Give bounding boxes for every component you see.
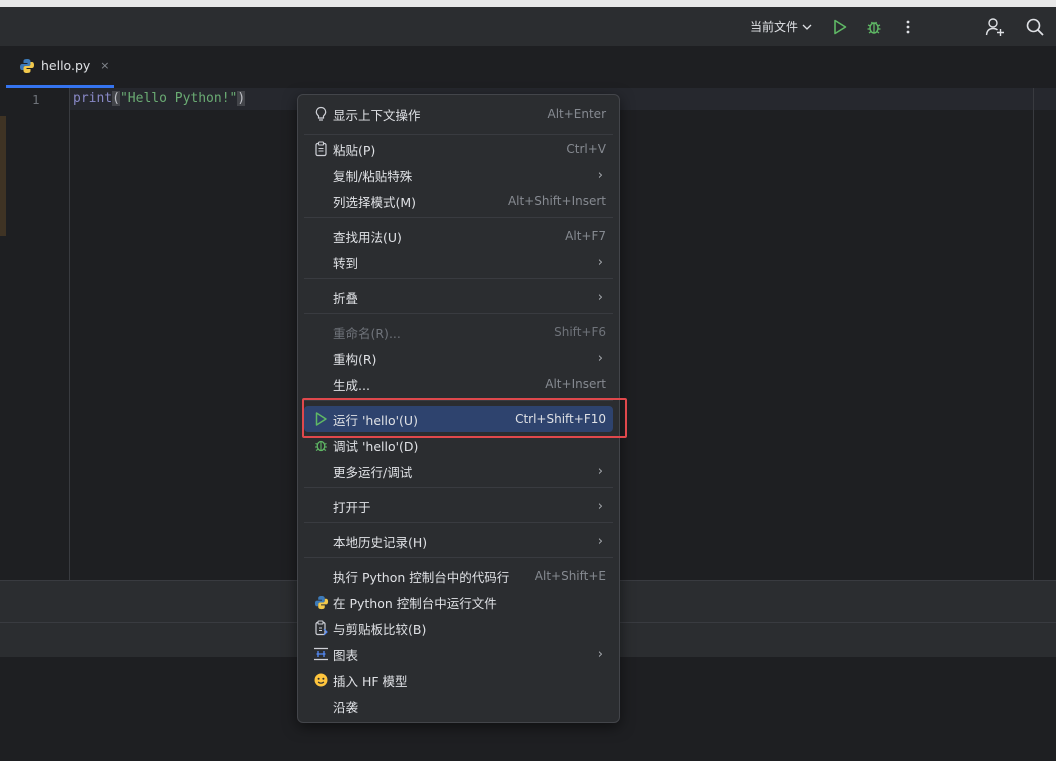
menu-item-folding[interactable]: 折叠 › [304,284,613,310]
add-user-button[interactable] [982,7,1008,46]
menu-separator [304,278,613,279]
menu-item-paste[interactable]: 粘贴(P) Ctrl+V [304,136,613,162]
menu-item-column-selection[interactable]: 列选择模式(M) Alt+Shift+Insert [304,188,613,214]
menu-separator [304,217,613,218]
chevron-right-icon: › [597,646,603,662]
menu-item-execute-line-in-console[interactable]: 执行 Python 控制台中的代码行 Alt+Shift+E [304,563,613,589]
menu-separator [304,557,613,558]
menu-item-more-run-debug[interactable]: 更多运行/调试 › [304,458,613,484]
menu-item-run-file-in-console[interactable]: 在 Python 控制台中运行文件 [304,589,613,615]
python-icon [312,593,330,611]
menu-item-insert-hf-model[interactable]: 插入 HF 模型 [304,667,613,693]
chevron-down-icon [802,24,812,30]
debug-button[interactable] [861,7,887,46]
line-gutter: 1 [6,88,70,580]
tab-hello-py[interactable]: hello.py × [6,46,114,88]
chevron-right-icon: › [597,289,603,305]
search-button[interactable] [1022,7,1048,46]
code-string: "Hello Python!" [119,91,238,106]
menu-separator [304,487,613,488]
debug-icon [312,436,330,454]
main-toolbar: 当前文件 [0,7,1056,46]
compare-clipboard-icon [312,619,330,637]
menu-item-compare-with-clipboard[interactable]: 与剪贴板比较(B) [304,615,613,641]
menu-item-rename: 重命名(R)... Shift+F6 [333,325,606,341]
window-top-strip [0,0,1056,7]
line-number: 1 [32,92,40,107]
clipboard-icon [312,140,330,158]
tab-label: hello.py [41,58,91,73]
menu-item-diagrams[interactable]: 图表 › [304,641,613,667]
menu-item-open-in[interactable]: 打开于 › [304,493,613,519]
chevron-right-icon: › [597,254,603,270]
menu-item-local-history[interactable]: 本地历史记录(H) › [304,528,613,554]
menu-item-find-usages[interactable]: 查找用法(U) Alt+F7 [304,223,613,249]
code-paren-close: ) [237,91,246,106]
debug-icon [867,21,881,34]
menu-item-lineage[interactable]: 沿袭 [304,693,613,719]
more-actions-button[interactable] [895,7,921,46]
menu-item-copy-paste-special[interactable]: 复制/粘贴特殊 › [304,162,613,188]
menu-item-refactor[interactable]: 重构(R) › [304,345,613,371]
run-icon [834,19,847,34]
add-user-icon [985,17,1004,36]
chevron-right-icon: › [597,463,603,479]
run-config-label: 当前文件 [749,20,798,34]
hugging-face-icon [312,671,330,689]
code-line[interactable]: print("Hello Python!") [73,91,246,106]
chevron-right-icon: › [597,533,603,549]
search-icon [1026,18,1044,36]
code-paren-open: ( [112,91,120,106]
menu-item-go-to[interactable]: 转到 › [304,249,613,275]
right-margin-line [1033,88,1034,580]
highlight-annotation-box [302,398,627,438]
run-config-dropdown[interactable]: 当前文件 [742,7,820,46]
menu-separator [304,313,613,314]
python-file-icon [20,58,34,73]
close-icon[interactable]: × [100,59,109,72]
menu-item-generate[interactable]: 生成... Alt+Insert [304,371,613,397]
run-button[interactable] [827,7,853,46]
chevron-right-icon: › [597,167,603,183]
menu-item-show-context-actions[interactable]: 显示上下文操作 Alt+Enter [304,101,613,127]
menu-separator [304,134,613,135]
more-vert-icon [906,20,910,33]
diagram-icon [312,645,330,663]
bulb-icon [312,105,330,123]
chevron-right-icon: › [597,498,603,514]
menu-separator [304,522,613,523]
chevron-right-icon: › [597,350,603,366]
code-function: print [73,91,113,106]
editor-tab-bar: hello.py × [0,46,1056,88]
